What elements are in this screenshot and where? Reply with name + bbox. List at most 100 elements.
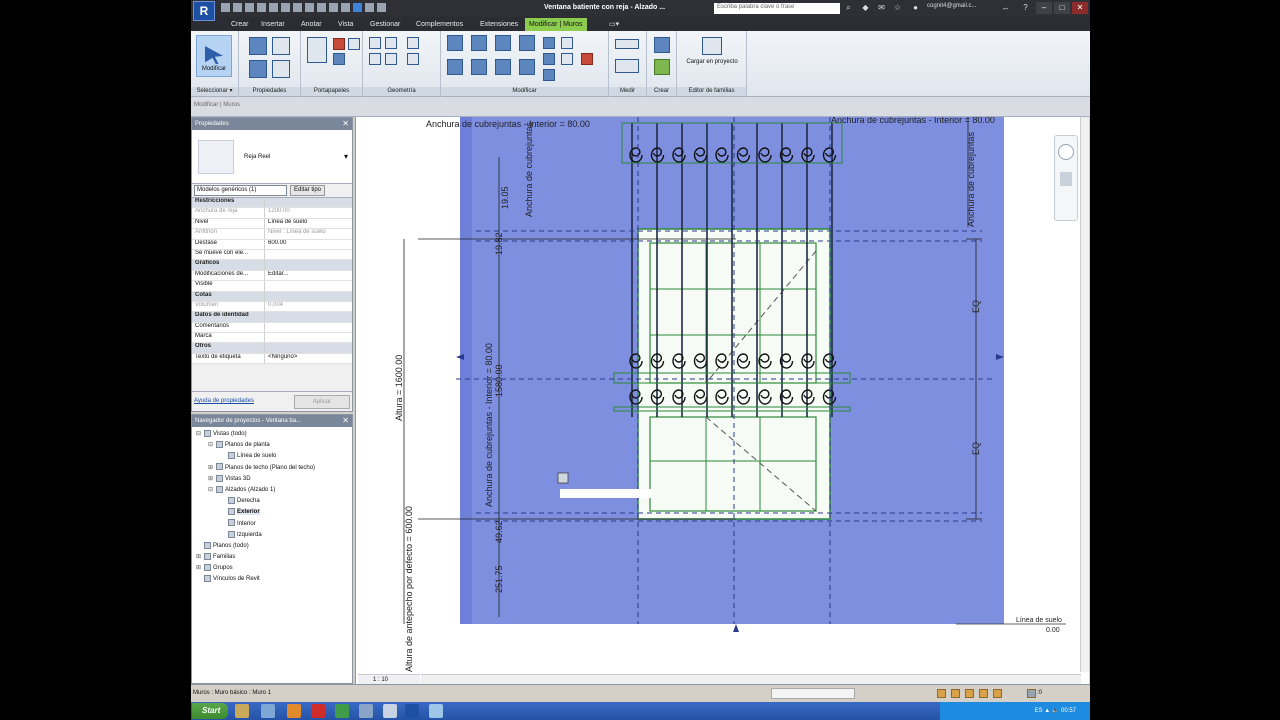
- subscription-icon[interactable]: ◆: [861, 3, 870, 12]
- tab-insertar[interactable]: Insertar: [257, 18, 289, 31]
- scale-label[interactable]: 1 : 10: [373, 677, 388, 683]
- revit-task-icon[interactable]: [405, 704, 419, 718]
- panel-label[interactable]: Seleccionar ▾: [191, 87, 238, 96]
- tab-gestionar[interactable]: Gestionar: [366, 18, 404, 31]
- mirror-axis-icon[interactable]: [495, 35, 511, 51]
- property-value[interactable]: [265, 281, 352, 290]
- app-icon[interactable]: [429, 704, 443, 718]
- start-button[interactable]: Start: [192, 703, 228, 719]
- mirror-draw-icon[interactable]: [519, 35, 535, 51]
- user-account[interactable]: cognit4@gmail.c...: [927, 3, 976, 9]
- customize-qat-icon[interactable]: [377, 3, 386, 12]
- cut-geometry-icon[interactable]: [369, 53, 381, 65]
- switch-windows-icon[interactable]: [365, 3, 374, 12]
- unpin-icon[interactable]: [561, 37, 573, 49]
- tree-item[interactable]: ⊟ Vistas (todo): [192, 429, 352, 440]
- property-row[interactable]: Anfitrión Nivel : Línea de suelo: [192, 229, 352, 240]
- align-icon[interactable]: [447, 35, 463, 51]
- drag-icon[interactable]: [993, 689, 1002, 698]
- tree-item[interactable]: Vínculos de Revit: [192, 574, 352, 585]
- text-icon[interactable]: [293, 3, 302, 12]
- favorites-icon[interactable]: ☆: [893, 3, 902, 12]
- expand-toggle-icon[interactable]: ⊞: [208, 474, 216, 485]
- tab-vista[interactable]: Vista: [334, 18, 357, 31]
- property-value[interactable]: Línea de suelo: [265, 219, 352, 228]
- property-value[interactable]: [265, 333, 352, 342]
- tree-item[interactable]: Interior: [192, 519, 352, 530]
- close-icon[interactable]: ✕: [342, 416, 349, 425]
- drawing-area[interactable]: Anchura de cubrejuntas - Interior = 80.0…: [355, 117, 1089, 684]
- opera-icon[interactable]: [311, 704, 325, 718]
- cope-icon[interactable]: [369, 37, 381, 49]
- delete-icon[interactable]: [581, 53, 593, 65]
- property-row[interactable]: Anchura de reja 1200.00: [192, 208, 352, 219]
- filter-icon[interactable]: [1027, 689, 1036, 698]
- measure-icon[interactable]: [281, 3, 290, 12]
- undo-icon[interactable]: [245, 3, 254, 12]
- thin-lines-icon[interactable]: [329, 3, 338, 12]
- property-row[interactable]: Nivel Línea de suelo: [192, 218, 352, 230]
- trim-icon[interactable]: [519, 59, 535, 75]
- expand-toggle-icon[interactable]: ⊞: [196, 563, 204, 574]
- folder-icon[interactable]: [235, 704, 249, 718]
- rotate-icon[interactable]: [495, 59, 511, 75]
- property-row[interactable]: Desfase 600.00: [192, 239, 352, 250]
- edit-type-button[interactable]: Editar tipo: [290, 185, 326, 196]
- elevation-drawing[interactable]: Anchura de cubrejuntas - Interior = 80.0…: [356, 117, 1089, 684]
- 3d-view-icon[interactable]: [305, 3, 314, 12]
- explorer-icon[interactable]: [261, 704, 275, 718]
- category-filter-select[interactable]: Modelos genéricos (1): [194, 185, 287, 196]
- split-face-icon[interactable]: [407, 37, 419, 49]
- property-row[interactable]: Se mueve con ele...: [192, 249, 352, 261]
- wall-joins-icon[interactable]: [385, 53, 397, 65]
- close-button[interactable]: ✕: [1072, 2, 1088, 14]
- underlay-icon[interactable]: [951, 689, 960, 698]
- tree-item[interactable]: ⊟ Planos de planta: [192, 440, 352, 451]
- expand-toggle-icon[interactable]: ⊟: [208, 485, 216, 496]
- tree-item[interactable]: ⊞ Planos de techo (Plano del techo): [192, 463, 352, 474]
- close-icon[interactable]: ✕: [342, 119, 349, 128]
- pinned-icon[interactable]: [965, 689, 974, 698]
- property-value[interactable]: 600.00: [265, 240, 352, 249]
- filter-count[interactable]: :0: [1037, 690, 1042, 696]
- property-value[interactable]: [265, 323, 352, 332]
- properties-icon[interactable]: [249, 37, 267, 55]
- redo-icon[interactable]: [257, 3, 266, 12]
- close-hidden-icon[interactable]: [341, 3, 350, 12]
- help-icon[interactable]: ?: [1021, 3, 1030, 12]
- copy-icon[interactable]: [333, 53, 345, 65]
- type-selector[interactable]: Reja Reel ▾: [192, 130, 352, 184]
- copy-element-icon[interactable]: [471, 59, 487, 75]
- expand-toggle-icon[interactable]: ⊞: [208, 463, 216, 474]
- tree-item[interactable]: ⊞ Vistas 3D: [192, 474, 352, 485]
- tree-item[interactable]: ⊞ Familias: [192, 552, 352, 563]
- measure-tool-icon[interactable]: [615, 39, 639, 49]
- revit-logo-icon[interactable]: R: [193, 1, 215, 21]
- tree-item[interactable]: ⊟ Alzados (Alzado 1): [192, 485, 352, 496]
- maximize-button[interactable]: □: [1054, 2, 1070, 14]
- tree-item[interactable]: Línea de suelo: [192, 451, 352, 462]
- steering-wheel-icon[interactable]: [1058, 144, 1074, 160]
- tree-item[interactable]: Exterior: [192, 507, 352, 518]
- property-value[interactable]: <Ninguno>: [265, 354, 352, 363]
- split-icon[interactable]: [543, 37, 555, 49]
- array-icon[interactable]: [543, 53, 555, 65]
- app-icon[interactable]: [359, 704, 373, 718]
- property-row[interactable]: Texto de etiqueta <Ninguno>: [192, 353, 352, 365]
- expand-toggle-icon[interactable]: ⊟: [196, 429, 204, 440]
- tab-complementos[interactable]: Complementos: [412, 18, 467, 31]
- minimize-button[interactable]: ‒: [1036, 2, 1052, 14]
- tab-anotar[interactable]: Anotar: [297, 18, 326, 31]
- save-icon[interactable]: [233, 3, 242, 12]
- apply-button[interactable]: Aplicar: [294, 395, 350, 409]
- property-category[interactable]: Otros: [192, 343, 352, 354]
- modify-button[interactable]: Modificar: [196, 35, 232, 77]
- expand-toggle-icon[interactable]: ⊞: [196, 552, 204, 563]
- property-row[interactable]: Marca: [192, 333, 352, 344]
- chevron-down-icon[interactable]: ▾: [344, 152, 348, 161]
- family-category-icon[interactable]: [249, 60, 267, 78]
- binoculars-icon[interactable]: ⌕: [844, 3, 853, 12]
- property-category[interactable]: Gráficos: [192, 260, 352, 271]
- section-icon[interactable]: [317, 3, 326, 12]
- tab-crear[interactable]: Crear: [227, 18, 253, 31]
